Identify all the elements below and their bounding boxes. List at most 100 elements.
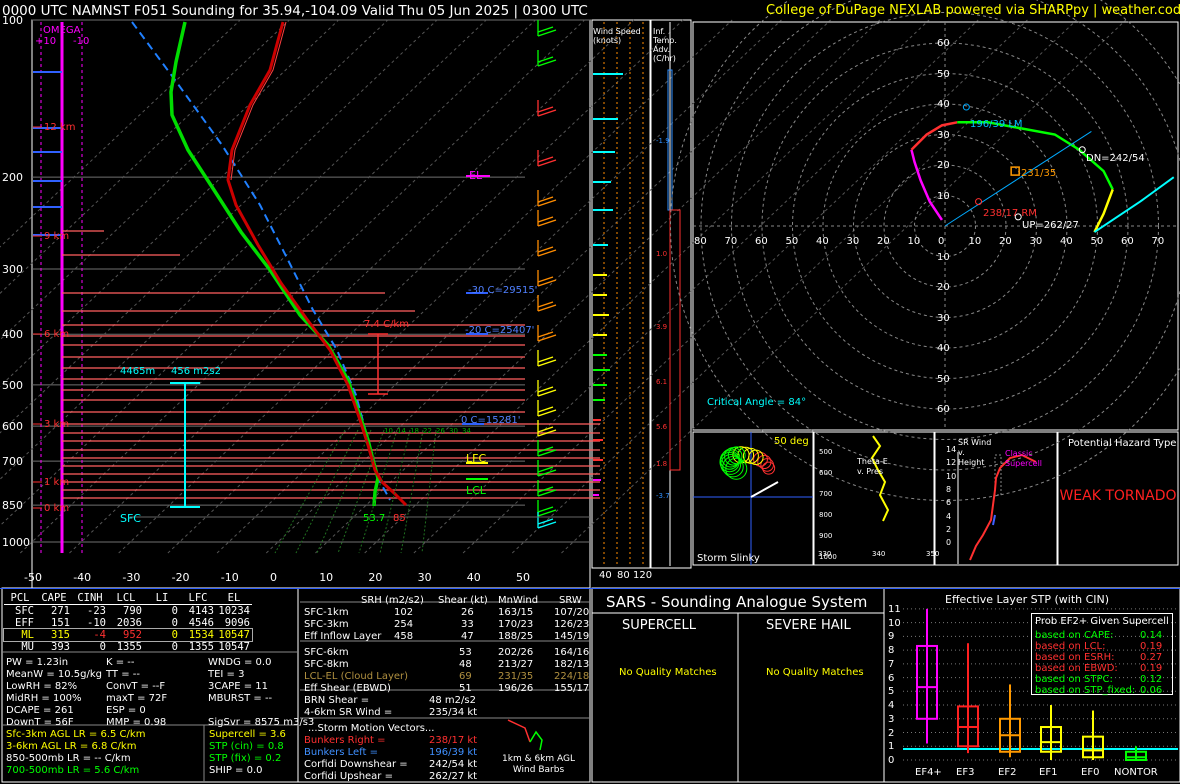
index-value: MBURST = -- <box>208 692 272 705</box>
hodo-x-label: 30 <box>1030 235 1043 248</box>
hodo-x-label: 20 <box>877 235 890 248</box>
theta-tick: 600 <box>819 467 832 480</box>
parcel-cell: 393 <box>36 641 72 653</box>
stp-ytick: 8 <box>888 644 894 657</box>
hodo-x-label: 60 <box>1121 235 1134 248</box>
parcel-cell: 2036 <box>108 617 144 629</box>
isotherm-line <box>0 20 388 553</box>
wind-speed-tick-40: 40 <box>599 569 612 582</box>
hodo-ring-label-down: 20 <box>937 281 950 294</box>
srwind-trace-blue <box>993 515 995 525</box>
stp-ytick: 1 <box>888 740 894 753</box>
isotherm-line <box>0 20 486 553</box>
stp-ytick: 4 <box>888 699 894 712</box>
kin-srw: 145/19 <box>554 630 589 643</box>
hodo-dn-label: DN=242/54 <box>1086 152 1145 165</box>
pressure-tick-label: 300 <box>2 263 23 276</box>
stp-category-label: EF1 <box>1039 766 1057 779</box>
inf-temp-warm-box <box>670 210 680 470</box>
stp-prob-label: based on STP_fixed: <box>1035 684 1135 697</box>
minus30c-label: -30 C=29515' <box>468 284 537 297</box>
hazard-title: Potential Hazard Type <box>1068 437 1176 450</box>
temp-tick-label: 50 <box>516 571 530 584</box>
parcel-header: CAPE <box>36 592 72 605</box>
wetbulb-line <box>422 430 436 553</box>
stp-prob-title: Prob EF2+ Given Supercell <box>1035 615 1169 628</box>
hazard-value: WEAK TORNADO <box>1058 488 1178 504</box>
wetbulb-label: 26 <box>436 425 445 438</box>
height-label: 0 km <box>44 502 69 515</box>
hodo-x-label: 10 <box>908 235 921 248</box>
hodo-rm-marker <box>976 199 982 205</box>
theta-tick: 700 <box>819 488 832 501</box>
height-label: 6 km <box>44 328 69 341</box>
parcel-header: LI <box>144 592 180 605</box>
parcel-cell: 315 <box>36 629 72 641</box>
parcel-cell: 4143 <box>180 605 216 618</box>
parcel-cell: 952 <box>108 629 144 641</box>
omega-tick-plus: +10 <box>35 35 56 48</box>
temp-tick-label: 0 <box>270 571 277 584</box>
stp-category-label: EF4+ <box>915 766 942 779</box>
inf-temp-value: 6.1 <box>656 376 667 389</box>
eil-srh-label: 456 m2s2 <box>171 365 221 378</box>
pressure-tick-label: 200 <box>2 171 23 184</box>
hodo-ring-label-down: 30 <box>937 312 950 325</box>
parcel-cell: 1355 <box>108 641 144 653</box>
hodo-ring-label-up: 50 <box>937 68 950 81</box>
parcel-cell: SFC <box>4 605 36 618</box>
wetbulb-line <box>401 430 423 553</box>
inf-temp-value: -1.9 <box>656 135 670 148</box>
hodo-ring-label-up: 20 <box>937 159 950 172</box>
wind-speed-title: Wind Speed (knots) <box>593 27 645 45</box>
temp-tick-label: 20 <box>368 571 382 584</box>
theta-tick: 800 <box>819 509 832 522</box>
temp-tick-label: -50 <box>24 571 42 584</box>
parcel-cell: 1534 <box>180 629 216 641</box>
parcel-cell: -23 <box>72 605 108 618</box>
inf-temp-value: -3.7 <box>656 490 670 503</box>
srwind-tick: 6 <box>946 496 951 509</box>
stp-ytick: 0 <box>888 754 894 767</box>
stp-ytick: 3 <box>888 713 894 726</box>
sounding-title: 0000 UTC NAMNST F051 Sounding for 35.94,… <box>2 3 588 19</box>
kin-mnwind: 188/25 <box>498 630 533 643</box>
inf-temp-value: 5.6 <box>656 421 667 434</box>
parcel-cell: -10 <box>72 617 108 629</box>
eil-depth-label: 4465m <box>120 365 155 378</box>
parcel-cell: 9096 <box>216 617 252 629</box>
height-label: 9 km <box>44 230 69 243</box>
slinky-deg-label: 50 deg <box>774 435 809 448</box>
theta-tick: 900 <box>819 530 832 543</box>
panel-border <box>32 20 590 588</box>
parcel-cell: 271 <box>36 605 72 618</box>
isotherm-line <box>0 20 535 553</box>
kin-srw: 155/17 <box>554 682 589 695</box>
pressure-tick-label: 700 <box>2 455 23 468</box>
wind-speed-tick-80: 80 <box>617 569 630 582</box>
composite-value: SHIP = 0.0 <box>209 764 263 777</box>
theta-xtick: 330 <box>818 548 831 561</box>
hodo-mean-label: 231/35 <box>1021 167 1056 180</box>
parcel-header: CINH <box>72 592 108 605</box>
hodo-ring-label-up: 30 <box>937 129 950 142</box>
temp-tick-label: 40 <box>467 571 481 584</box>
hodo-x-label: 40 <box>816 235 829 248</box>
parcel-cell: 4546 <box>180 617 216 629</box>
storm-motion-value: 262/27 kt <box>429 770 477 783</box>
hodo-ring-label-down: 40 <box>937 342 950 355</box>
hodo-ring-label-up: 10 <box>937 190 950 203</box>
parcel-header: LFC <box>180 592 216 605</box>
omega-tick-minus: -10 <box>73 35 89 48</box>
hodo-x-label: 80 <box>694 235 707 248</box>
srwind-tick: 12 <box>946 456 956 469</box>
kin-sr46-label: 4-6km SR Wind = <box>304 706 392 719</box>
srwind-tick: 4 <box>946 510 951 523</box>
pressure-tick-label: 400 <box>2 328 23 341</box>
parcel-cell: -4 <box>72 629 108 641</box>
sfc-temp-label: 85 <box>393 512 406 525</box>
kinematics-block: SRH (m2/s2)Shear (kt)MnWindSRWSFC-1km102… <box>304 592 589 782</box>
sars-hail-label: SEVERE HAIL <box>766 619 851 632</box>
temp-tick-label: -40 <box>73 571 91 584</box>
wetbulb-label: 22 <box>423 425 432 438</box>
